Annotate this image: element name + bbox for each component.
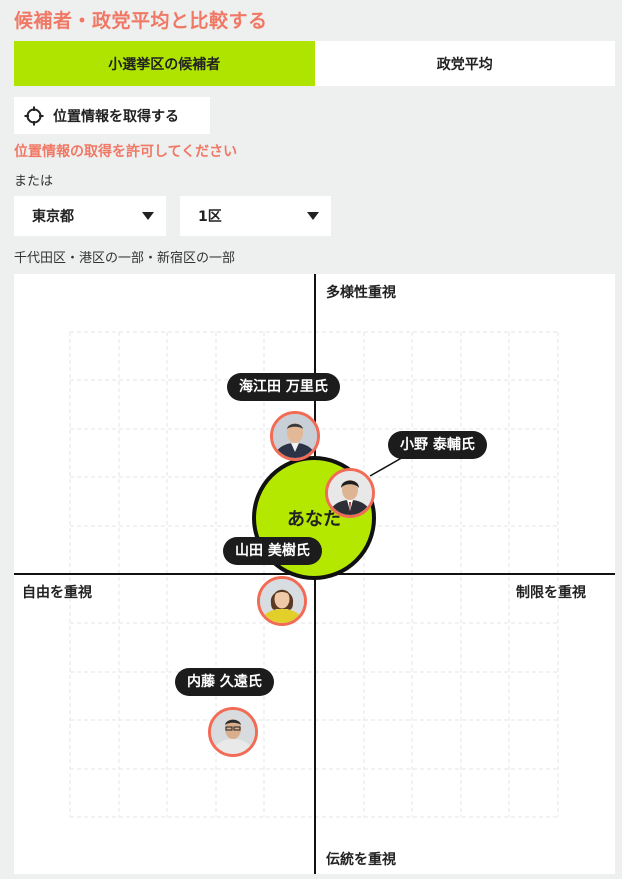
tab-bar: 小選挙区の候補者 政党平均	[14, 41, 615, 86]
candidate-avatar-kaieda[interactable]	[270, 411, 320, 461]
get-location-button[interactable]: 位置情報を取得する	[14, 97, 210, 134]
axis-label-left: 自由を重視	[22, 585, 92, 601]
candidate-avatar-naito[interactable]	[208, 707, 258, 757]
axis-label-right: 制限を重視	[516, 585, 586, 601]
candidate-name-yamada[interactable]: 山田 美樹氏	[223, 537, 322, 565]
candidate-name-kaieda[interactable]: 海江田 万里氏	[227, 373, 340, 401]
get-location-label: 位置情報を取得する	[53, 108, 179, 125]
prefecture-select[interactable]: 東京都	[14, 196, 166, 236]
district-value: 1区	[198, 209, 222, 225]
candidate-name-ono[interactable]: 小野 泰輔氏	[388, 431, 487, 459]
triangle-down-icon	[307, 212, 319, 220]
district-area-text: 千代田区・港区の一部・新宿区の一部	[14, 251, 236, 266]
candidate-avatar-ono[interactable]	[325, 468, 375, 518]
candidate-avatar-yamada[interactable]	[257, 576, 307, 626]
district-select[interactable]: 1区	[180, 196, 331, 236]
triangle-down-icon	[142, 212, 154, 220]
axis-label-top: 多様性重視	[326, 285, 396, 301]
axis-label-bottom: 伝統を重視	[326, 852, 396, 868]
political-compass-chart: 多様性重視 伝統を重視 自由を重視 制限を重視 あなた 海江田 万里氏 小野 泰…	[14, 274, 615, 874]
candidate-name-naito[interactable]: 内藤 久遠氏	[175, 668, 274, 696]
tab-district-candidates[interactable]: 小選挙区の候補者	[14, 41, 315, 86]
or-label: または	[14, 174, 54, 189]
location-error-message: 位置情報の取得を許可してください	[14, 144, 238, 160]
crosshair-icon	[24, 106, 44, 125]
tab-party-average[interactable]: 政党平均	[314, 41, 615, 86]
prefecture-value: 東京都	[32, 209, 74, 225]
page-title: 候補者・政党平均と比較する	[14, 10, 268, 32]
